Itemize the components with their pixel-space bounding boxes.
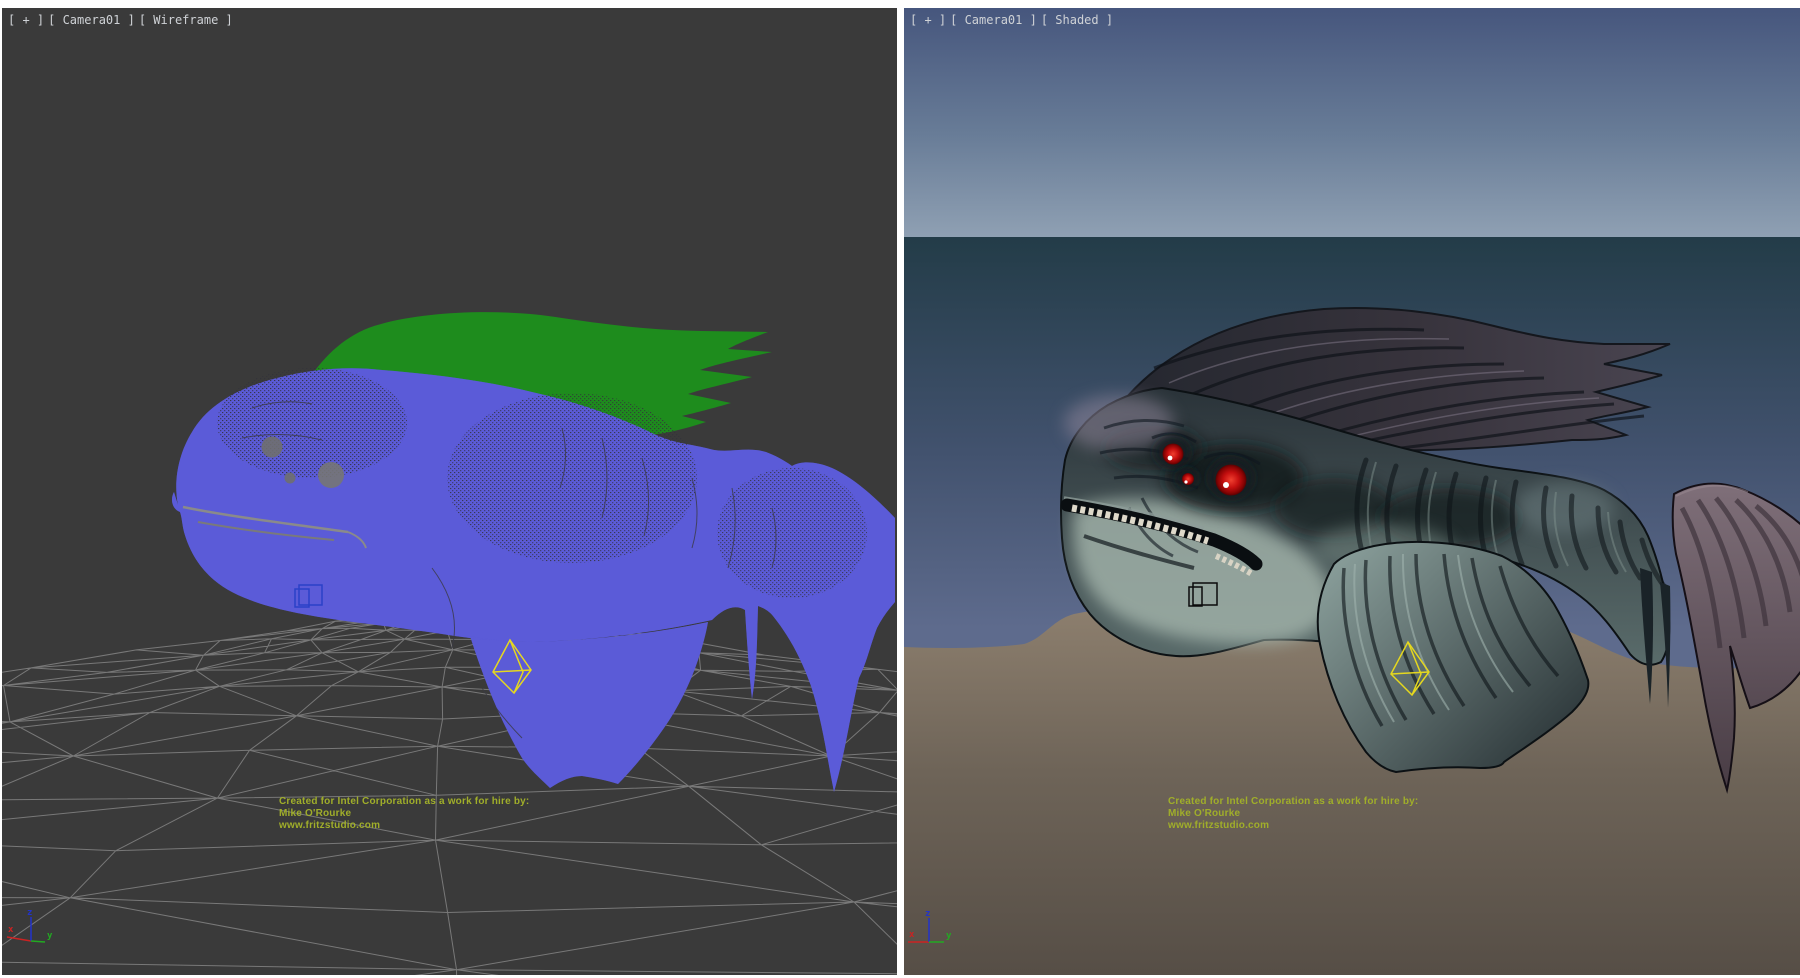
axis-y-label: y — [946, 931, 952, 941]
eye-red-big — [1216, 465, 1247, 496]
viewport-menu-camera[interactable]: [ Camera01 ] — [48, 13, 135, 27]
stipple-patch-mid — [447, 393, 697, 563]
world-axis-tripod: x z y — [4, 905, 64, 955]
credit-line-3: www.fritzstudio.com — [1168, 820, 1418, 832]
sky-backdrop — [904, 8, 1800, 237]
scene-credit-text: Created for Intel Corporation as a work … — [279, 796, 529, 832]
credit-line-2: Mike O'Rourke — [1168, 808, 1418, 820]
viewport-menu-camera[interactable]: [ Camera01 ] — [950, 13, 1037, 27]
axis-y-label: y — [47, 931, 53, 941]
axis-z-label: z — [27, 908, 32, 918]
eye-spot-right — [318, 462, 344, 488]
world-axis-tripod: x z y — [904, 905, 964, 955]
credit-line-1: Created for Intel Corporation as a work … — [1168, 796, 1418, 808]
viewport-menu-maximize[interactable]: [ + ] — [910, 13, 946, 27]
eye-spot-left — [262, 437, 283, 458]
eye-red-small — [1182, 473, 1194, 485]
stipple-patch-head — [217, 368, 407, 478]
scene-credit-text: Created for Intel Corporation as a work … — [1168, 796, 1418, 832]
stipple-patch-rear — [717, 468, 867, 598]
viewport-right-shaded[interactable]: [ + ] [ Camera01 ] [ Shaded ] — [904, 8, 1800, 975]
viewport-menu-maximize[interactable]: [ + ] — [8, 13, 44, 27]
viewport-label-right: [ + ] [ Camera01 ] [ Shaded ] — [910, 13, 1113, 27]
credit-line-1: Created for Intel Corporation as a work … — [279, 796, 529, 808]
viewport-menu-shading[interactable]: [ Wireframe ] — [139, 13, 233, 27]
credit-line-2: Mike O'Rourke — [279, 808, 529, 820]
eye-spot-small — [285, 473, 296, 484]
axis-x-label: x — [8, 925, 14, 935]
eye-red-left — [1163, 444, 1184, 465]
viewport-label-left: [ + ] [ Camera01 ] [ Wireframe ] — [8, 13, 233, 27]
axis-z-label: z — [925, 909, 930, 919]
viewport-menu-shading[interactable]: [ Shaded ] — [1041, 13, 1113, 27]
credit-line-3: www.fritzstudio.com — [279, 820, 529, 832]
dual-viewport-workspace: [ + ] [ Camera01 ] [ Wireframe ] — [0, 0, 1800, 978]
viewport-left-wireframe[interactable]: [ + ] [ Camera01 ] [ Wireframe ] — [2, 8, 897, 975]
axis-x-label: x — [909, 930, 915, 940]
